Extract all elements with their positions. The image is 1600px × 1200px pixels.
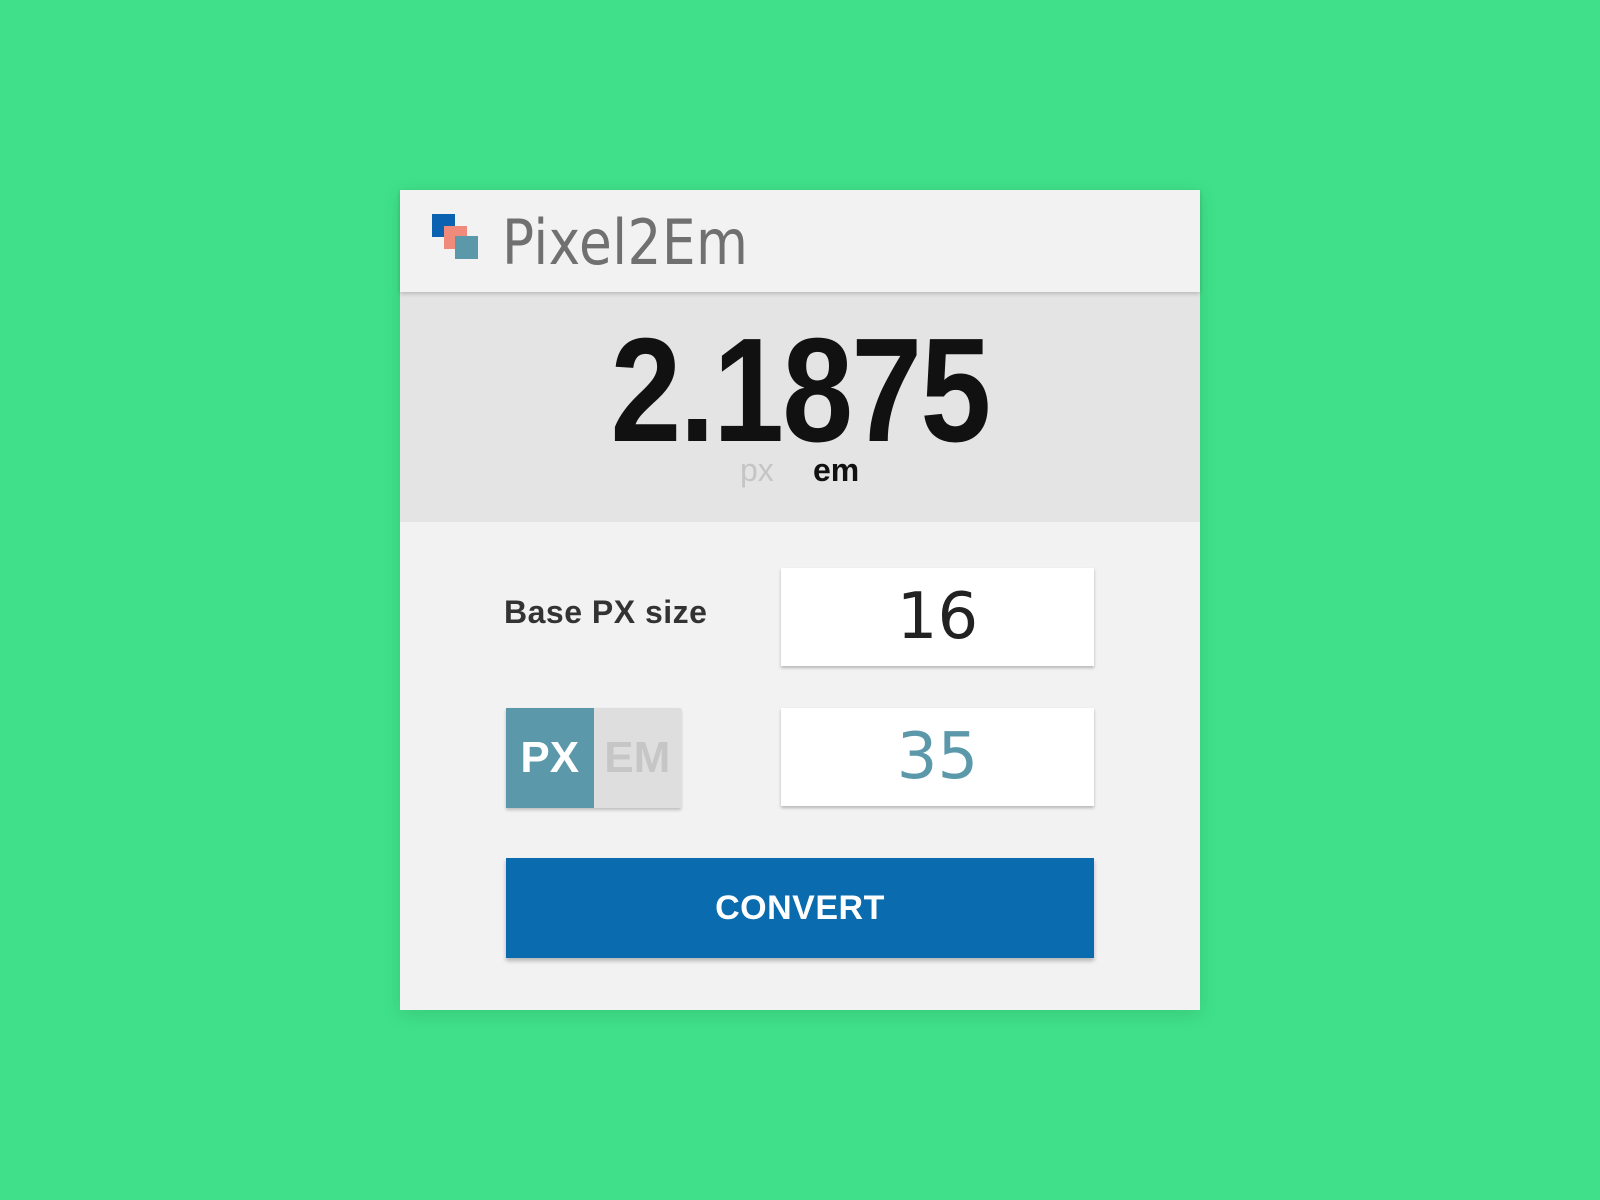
- value-input[interactable]: 35: [781, 708, 1094, 806]
- result-value: 2.1875: [610, 308, 992, 473]
- convert-button[interactable]: CONVERT: [506, 858, 1094, 958]
- app-title: Pixel2Em: [502, 206, 749, 279]
- toggle-px-option[interactable]: PX: [506, 708, 594, 808]
- result-panel: 2.1875 px em: [400, 292, 1200, 522]
- overlapping-squares-logo-icon: [432, 214, 480, 262]
- logo-square-teal: [455, 236, 478, 259]
- app-header: Pixel2Em: [400, 190, 1200, 292]
- result-unit-px[interactable]: px: [740, 452, 774, 489]
- result-unit-em[interactable]: em: [813, 452, 859, 489]
- base-px-size-input[interactable]: 16: [781, 568, 1094, 666]
- toggle-em-option[interactable]: EM: [593, 708, 681, 808]
- converter-card: Pixel2Em 2.1875 px em Base PX size 16 PX…: [400, 190, 1200, 1010]
- base-px-size-label: Base PX size: [504, 594, 708, 630]
- unit-toggle[interactable]: PX EM: [506, 708, 681, 808]
